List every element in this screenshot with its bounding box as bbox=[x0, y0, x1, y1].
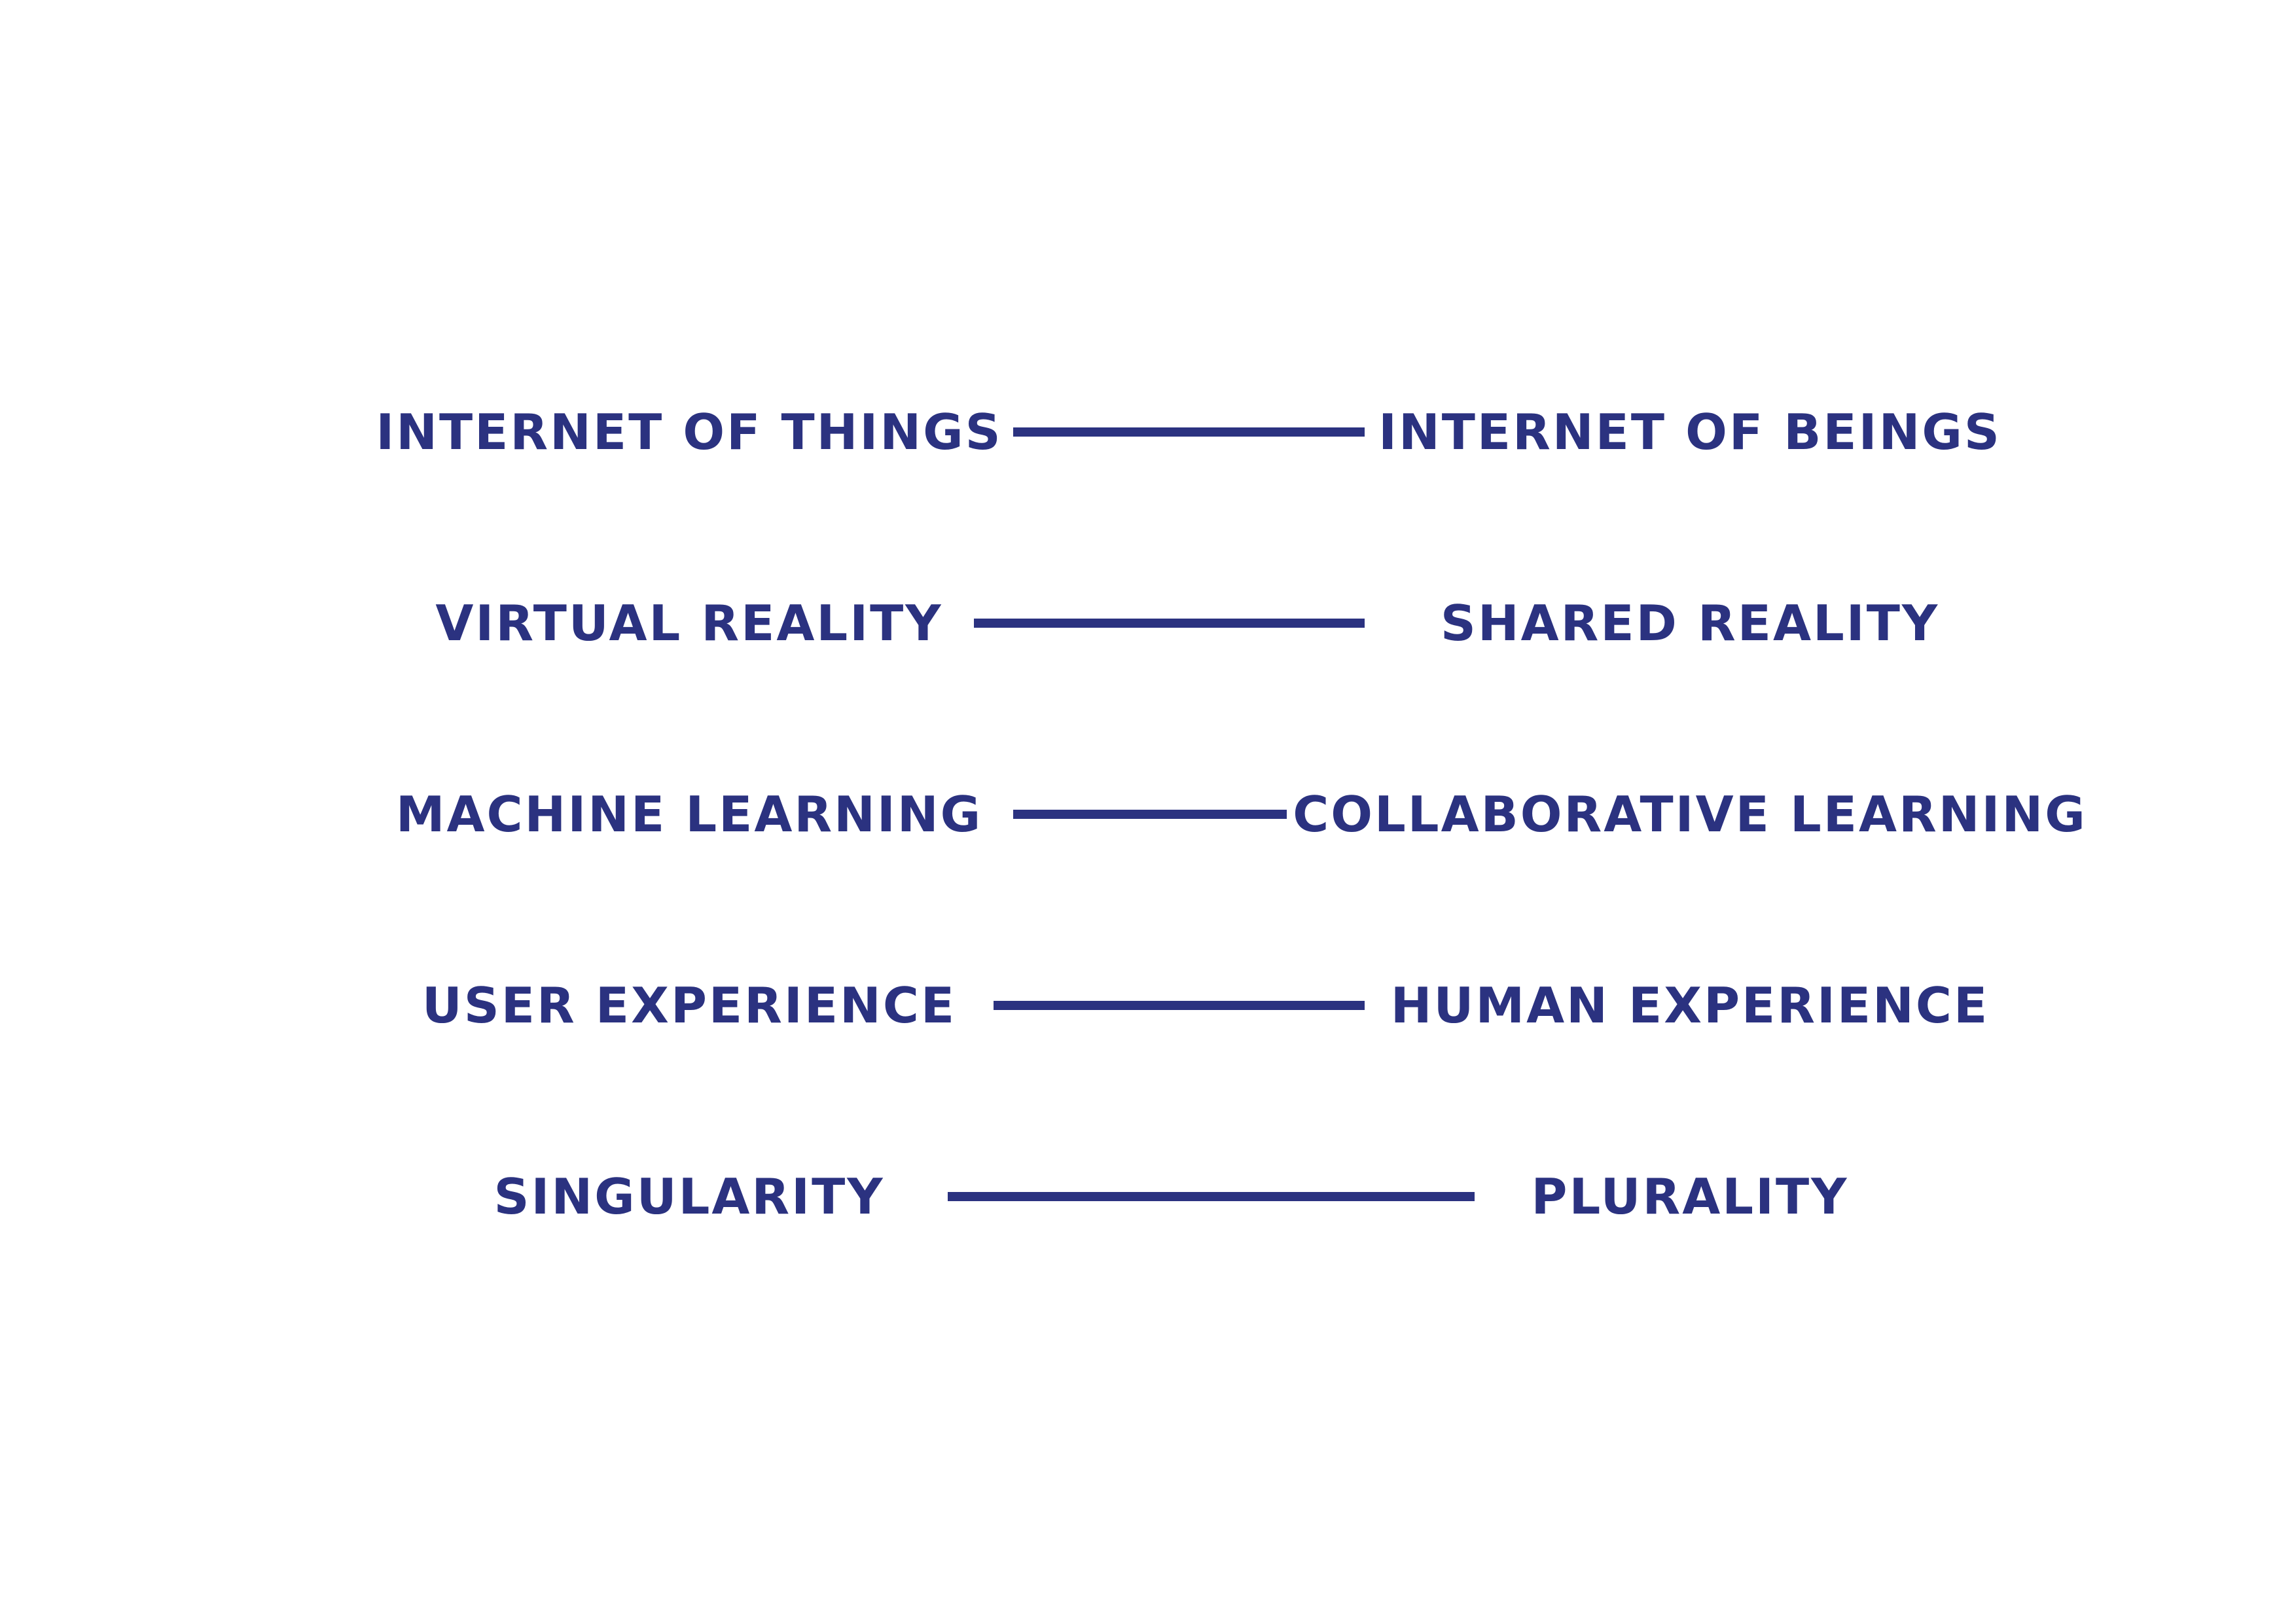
left-term: USER EXPERIENCE bbox=[422, 977, 957, 1034]
pair-row: SINGULARITY PLURALITY bbox=[0, 1157, 2296, 1236]
left-term: SINGULARITY bbox=[493, 1168, 885, 1225]
left-term: MACHINE LEARNING bbox=[395, 785, 983, 843]
right-term: SHARED REALITY bbox=[1440, 594, 1940, 652]
connector-line bbox=[1013, 810, 1287, 819]
left-term: INTERNET OF THINGS bbox=[376, 403, 1003, 461]
pair-row: INTERNET OF THINGS INTERNET OF BEINGS bbox=[0, 393, 2296, 471]
left-term: VIRTUAL REALITY bbox=[435, 594, 943, 652]
pair-row: VIRTUAL REALITY SHARED REALITY bbox=[0, 584, 2296, 662]
right-term: INTERNET OF BEINGS bbox=[1378, 403, 2001, 461]
pair-row: USER EXPERIENCE HUMAN EXPERIENCE bbox=[0, 966, 2296, 1045]
concept-diagram: INTERNET OF THINGS INTERNET OF BEINGS VI… bbox=[0, 0, 2296, 1624]
pair-row: MACHINE LEARNING COLLABORATIVE LEARNING bbox=[0, 775, 2296, 854]
right-term: COLLABORATIVE LEARNING bbox=[1293, 785, 2087, 843]
right-term: PLURALITY bbox=[1531, 1168, 1849, 1225]
right-term: HUMAN EXPERIENCE bbox=[1390, 977, 1990, 1034]
